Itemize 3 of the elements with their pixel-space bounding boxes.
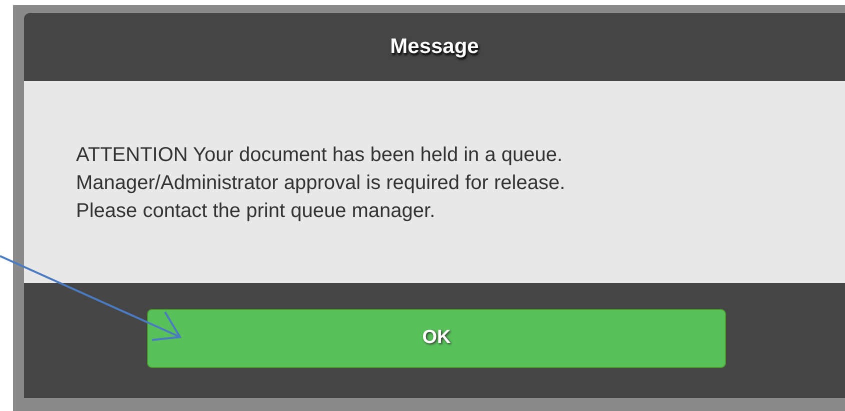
message-text: ATTENTION Your document has been held in a queue. Manager/Administrator approval is required for release. Please contact the print queue manager. (76, 143, 566, 224)
ok-button[interactable]: OK (147, 309, 726, 368)
dialog-title: Message (390, 34, 479, 60)
